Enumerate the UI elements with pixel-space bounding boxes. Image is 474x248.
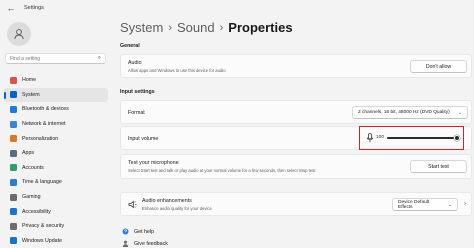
sidebar-item-personalization[interactable]: Personalization bbox=[4, 131, 108, 146]
format-card: Format 2 channels, 16 bit, 48000 Hz (DVD… bbox=[120, 100, 472, 124]
bluetooth-icon bbox=[10, 105, 17, 113]
sidebar-item-label: Personalization bbox=[22, 135, 59, 142]
accounts-icon bbox=[10, 164, 17, 172]
get-help-link[interactable]: Get help bbox=[122, 228, 154, 235]
sidebar-item-apps[interactable]: Apps bbox=[4, 146, 108, 161]
sidebar-item-label: Network & internet bbox=[22, 121, 66, 128]
sidebar-item-accounts[interactable]: Accounts bbox=[4, 161, 108, 176]
sidebar-item-accessibility[interactable]: Accessibility bbox=[4, 204, 108, 219]
audio-enhancements-card[interactable]: Audio enhancements Enhance audio quality… bbox=[120, 192, 472, 216]
format-title: Format bbox=[128, 110, 145, 116]
main-content: System › Sound › Properties General Audi… bbox=[112, 0, 474, 248]
sidebar-item-bluetooth[interactable]: Bluetooth & devices bbox=[4, 102, 108, 117]
section-general-heading: General bbox=[120, 43, 140, 49]
breadcrumb: System › Sound › Properties bbox=[120, 20, 293, 35]
breadcrumb-separator: › bbox=[219, 21, 224, 34]
chevron-down-icon: ⌄ bbox=[447, 201, 452, 208]
accessibility-icon bbox=[10, 208, 17, 216]
user-avatar[interactable] bbox=[7, 22, 31, 46]
sidebar-item-windows-update[interactable]: Windows Update bbox=[4, 234, 108, 248]
input-volume-title: Input volume bbox=[128, 136, 159, 142]
audio-enhancements-value: Device Default Effects bbox=[398, 199, 430, 210]
test-microphone-subtitle: Select Start test and talk or play audio… bbox=[128, 168, 316, 173]
sidebar-item-network[interactable]: Network & internet bbox=[4, 117, 108, 132]
audio-subtitle: Allow apps and Windows to use this devic… bbox=[128, 68, 226, 73]
sidebar-item-gaming[interactable]: Gaming bbox=[4, 190, 108, 205]
user-avatar-icon bbox=[14, 29, 24, 40]
test-microphone-card: Test your microphone Select Start test a… bbox=[120, 154, 472, 179]
input-volume-slider-track[interactable] bbox=[387, 137, 457, 139]
audio-enhancements-dropdown[interactable]: Device Default Effects ⌄ bbox=[392, 198, 458, 211]
breadcrumb-separator: › bbox=[168, 21, 173, 34]
page-title: Properties bbox=[228, 20, 293, 35]
sidebar-item-time-language[interactable]: Time & language bbox=[4, 175, 108, 190]
give-feedback-link[interactable]: Give feedback bbox=[122, 240, 168, 247]
sidebar-item-label: Gaming bbox=[22, 194, 41, 201]
input-volume-value: 100 bbox=[376, 135, 385, 140]
time-language-icon bbox=[10, 178, 17, 186]
format-value: 2 channels, 16 bit, 48000 Hz (DVD Qualit… bbox=[358, 110, 450, 115]
dont-allow-button[interactable]: Don't allow bbox=[410, 60, 467, 73]
system-icon bbox=[10, 91, 17, 99]
search-icon: ⌕ bbox=[97, 55, 101, 61]
input-volume-control: 100 bbox=[359, 126, 464, 150]
sidebar-item-label: Windows Update bbox=[22, 237, 63, 244]
back-button[interactable]: ← bbox=[4, 3, 18, 13]
format-dropdown[interactable]: 2 channels, 16 bit, 48000 Hz (DVD Qualit… bbox=[352, 106, 468, 119]
sidebar-item-label: Privacy & security bbox=[22, 223, 65, 230]
get-help-label: Get help bbox=[134, 228, 155, 235]
sidebar-item-label: Accounts bbox=[22, 164, 44, 171]
audio-card: Audio Allow apps and Windows to use this… bbox=[120, 54, 472, 78]
sidebar-item-home[interactable]: Home bbox=[4, 73, 108, 88]
shield-icon bbox=[10, 222, 17, 230]
chevron-down-icon: ⌄ bbox=[457, 109, 462, 116]
apps-icon bbox=[10, 149, 17, 157]
gaming-icon bbox=[10, 193, 17, 201]
input-volume-slider-thumb[interactable] bbox=[454, 135, 460, 141]
sidebar-item-system[interactable]: System bbox=[4, 87, 108, 103]
audio-title: Audio bbox=[128, 60, 142, 66]
sidebar-item-label: Home bbox=[22, 77, 37, 84]
feedback-icon bbox=[122, 240, 129, 247]
search-box[interactable]: Find a setting ⌕ bbox=[5, 53, 106, 64]
help-icon bbox=[122, 228, 129, 235]
window-title: Settings bbox=[24, 5, 44, 11]
sidebar: Find a setting ⌕ Home System Bluetooth &… bbox=[0, 16, 112, 248]
chevron-right-icon: › bbox=[464, 201, 466, 207]
test-microphone-title: Test your microphone bbox=[128, 160, 179, 166]
sidebar-item-label: Time & language bbox=[22, 179, 62, 186]
windows-update-icon bbox=[10, 237, 17, 245]
sidebar-item-label: Bluetooth & devices bbox=[22, 106, 69, 113]
section-input-settings-heading: Input settings bbox=[120, 89, 155, 95]
sidebar-item-label: Apps bbox=[22, 150, 35, 157]
home-icon bbox=[10, 76, 17, 84]
search-input[interactable]: Find a setting bbox=[10, 56, 98, 62]
audio-enhancements-icon bbox=[128, 200, 137, 209]
breadcrumb-sound[interactable]: Sound bbox=[177, 20, 215, 35]
sidebar-item-label: Accessibility bbox=[22, 208, 51, 215]
microphone-icon bbox=[366, 133, 374, 143]
network-icon bbox=[10, 120, 17, 128]
audio-enhancements-title: Audio enhancements bbox=[142, 198, 192, 204]
audio-enhancements-subtitle: Enhance audio quality for your device bbox=[142, 206, 212, 211]
breadcrumb-system[interactable]: System bbox=[120, 20, 163, 35]
sidebar-item-privacy-security[interactable]: Privacy & security bbox=[4, 219, 108, 234]
give-feedback-label: Give feedback bbox=[134, 240, 168, 247]
start-test-button[interactable]: Start test bbox=[410, 160, 467, 173]
sidebar-item-label: System bbox=[22, 91, 40, 98]
sidebar-nav: Home System Bluetooth & devices Network … bbox=[4, 73, 108, 248]
brush-icon bbox=[10, 135, 17, 143]
